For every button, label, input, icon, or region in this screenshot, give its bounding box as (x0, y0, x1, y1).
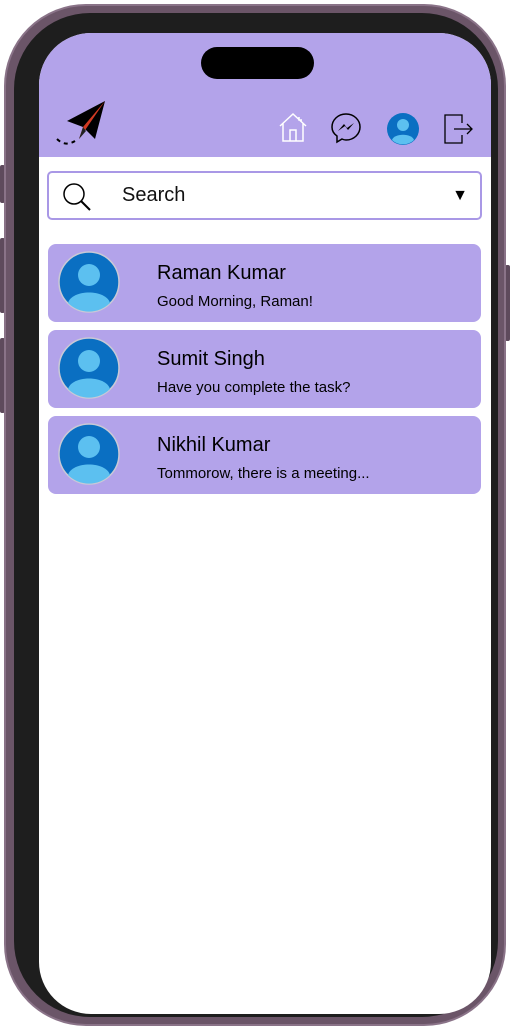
dynamic-island (201, 47, 314, 79)
caret-down-icon[interactable]: ▼ (452, 187, 468, 205)
search-icon (63, 183, 91, 211)
screen: Search ▼ Raman Kumar Good Morning, Raman… (39, 33, 491, 1014)
phone-bezel: Search ▼ Raman Kumar Good Morning, Raman… (14, 13, 498, 1017)
chat-name: Raman Kumar (157, 262, 286, 284)
chat-name: Nikhil Kumar (157, 434, 271, 456)
chat-item[interactable]: Raman Kumar Good Morning, Raman! (48, 244, 481, 322)
search-placeholder: Search (122, 184, 186, 206)
app-header (39, 33, 491, 157)
chat-item[interactable]: Sumit Singh Have you complete the task? (48, 330, 481, 408)
home-icon[interactable] (277, 111, 309, 143)
avatar (58, 251, 120, 313)
chat-message: Tommorow, there is a meeting... (157, 465, 370, 482)
search-input[interactable]: Search ▼ (47, 171, 482, 220)
chat-name: Sumit Singh (157, 348, 265, 370)
paper-plane-logo[interactable] (53, 99, 109, 147)
chat-message: Good Morning, Raman! (157, 293, 313, 310)
phone-frame: Search ▼ Raman Kumar Good Morning, Raman… (4, 4, 506, 1026)
avatar (58, 423, 120, 485)
avatar (58, 337, 120, 399)
chat-item[interactable]: Nikhil Kumar Tommorow, there is a meetin… (48, 416, 481, 494)
logout-icon[interactable] (442, 113, 474, 145)
chat-message: Have you complete the task? (157, 379, 351, 396)
profile-icon[interactable] (386, 112, 420, 146)
messenger-icon[interactable] (330, 112, 362, 144)
